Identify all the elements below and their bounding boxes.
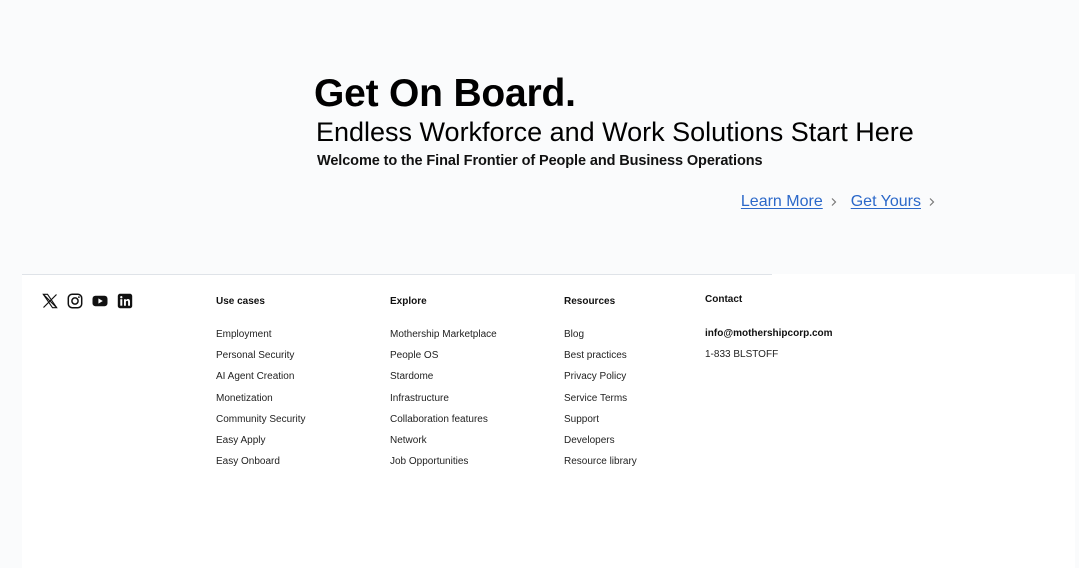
resources-heading: Resources xyxy=(564,296,616,307)
explore-heading: Explore xyxy=(390,296,427,307)
footer-link[interactable]: Easy Apply xyxy=(216,430,305,451)
social-links xyxy=(42,293,133,309)
linkedin-icon[interactable] xyxy=(117,293,133,309)
footer-link[interactable]: Privacy Policy xyxy=(564,366,637,387)
footer-link[interactable]: Personal Security xyxy=(216,345,305,366)
instagram-icon[interactable] xyxy=(67,293,83,309)
footer-link[interactable]: Stardome xyxy=(390,366,497,387)
footer-column-explore: Explore Mothership Marketplace People OS… xyxy=(390,294,497,472)
footer-link[interactable]: Blog xyxy=(564,324,637,345)
chevron-right-icon xyxy=(929,198,935,206)
hero-title: Get On Board. xyxy=(314,72,576,115)
site-footer: Use cases Employment Personal Security A… xyxy=(22,274,1075,568)
learn-more-label: Learn More xyxy=(740,193,823,210)
contact-heading: Contact xyxy=(705,294,743,305)
contact-phone: 1-833 BLSTOFF xyxy=(705,349,779,360)
footer-link[interactable]: Developers xyxy=(564,430,637,451)
footer-link[interactable]: Best practices xyxy=(564,345,637,366)
use-cases-heading: Use cases xyxy=(216,296,265,307)
hero-subtitle: Endless Workforce and Work Solutions Sta… xyxy=(316,117,914,147)
get-yours-link[interactable]: Get Yours xyxy=(851,193,939,211)
footer-link[interactable]: Monetization xyxy=(216,388,305,409)
footer-link[interactable]: Collaboration features xyxy=(390,409,497,430)
learn-more-link[interactable]: Learn More xyxy=(741,193,841,211)
footer-column-contact: Contact info@mothershipcorp.com 1-833 BL… xyxy=(705,292,833,365)
hero-tagline: Welcome to the Final Frontier of People … xyxy=(317,153,763,169)
footer-link[interactable]: Community Security xyxy=(216,409,305,430)
hero-section: Get On Board. Endless Workforce and Work… xyxy=(314,72,974,171)
footer-column-use-cases: Use cases Employment Personal Security A… xyxy=(216,294,305,472)
x-icon[interactable] xyxy=(42,293,58,309)
footer-link[interactable]: Employment xyxy=(216,324,305,345)
get-yours-label: Get Yours xyxy=(850,193,921,210)
footer-link[interactable]: Mothership Marketplace xyxy=(390,324,497,345)
footer-link[interactable]: Easy Onboard xyxy=(216,451,305,472)
footer-link[interactable]: Service Terms xyxy=(564,388,637,409)
footer-link[interactable]: Infrastructure xyxy=(390,388,497,409)
footer-link[interactable]: Support xyxy=(564,409,637,430)
footer-link[interactable]: Network xyxy=(390,430,497,451)
chevron-right-icon xyxy=(831,198,837,206)
footer-link[interactable]: AI Agent Creation xyxy=(216,366,305,387)
youtube-icon[interactable] xyxy=(92,293,108,309)
footer-divider xyxy=(22,274,772,275)
footer-link[interactable]: People OS xyxy=(390,345,497,366)
cta-row: Learn More Get Yours xyxy=(741,193,939,211)
footer-column-resources: Resources Blog Best practices Privacy Po… xyxy=(564,294,637,472)
footer-link[interactable]: Job Opportunities xyxy=(390,451,497,472)
footer-link[interactable]: Resource library xyxy=(564,451,637,472)
contact-email-link[interactable]: info@mothershipcorp.com xyxy=(705,323,833,344)
